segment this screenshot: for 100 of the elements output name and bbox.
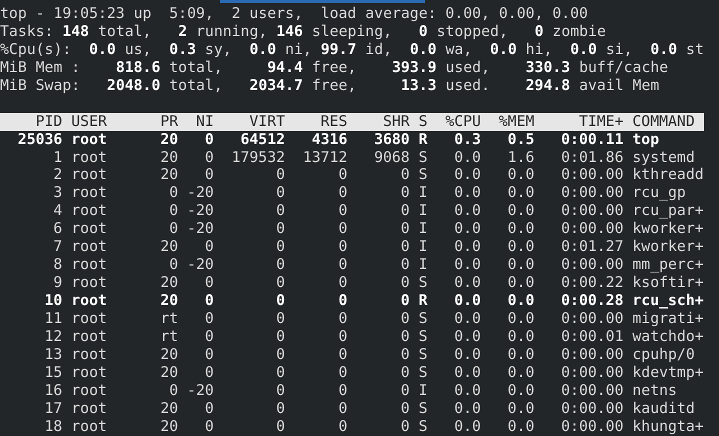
table-cell: root [71, 184, 107, 202]
table-cell: 0.0 [454, 184, 481, 202]
table-cell: 0 [276, 220, 286, 238]
table-cell: root [71, 382, 107, 400]
table-cell: 0.0 [454, 238, 481, 256]
table-cell: 0:00.00 [561, 364, 624, 382]
table-cell: 0 [204, 400, 214, 418]
table-cell: 0 [338, 328, 348, 346]
table-cell: 3680 [374, 130, 410, 149]
table-cell: 0.0 [454, 400, 481, 418]
table-cell: 0:00.00 [561, 310, 624, 328]
table-cell: R [418, 292, 428, 310]
table-cell: 0.0 [454, 166, 481, 184]
table-cell: 0:00.00 [561, 382, 624, 400]
table-cell: 0 [338, 310, 348, 328]
table-cell: mm_perc+ [632, 256, 704, 274]
table-cell: rt [160, 328, 178, 346]
table-cell: 0:00.00 [561, 184, 624, 202]
table-cell: 0 [204, 292, 214, 310]
table-cell: 0 [400, 328, 410, 346]
table-cell: 0 [338, 220, 348, 238]
table-cell: 0.0 [454, 346, 481, 364]
table-cell: 20 [160, 346, 178, 364]
table-cell: 0.0 [508, 328, 534, 346]
table-cell: root [71, 220, 107, 238]
table-cell: 0 [204, 130, 214, 149]
table-cell: 0.0 [508, 238, 534, 256]
column-header: PR [160, 112, 178, 131]
table-cell: 0.0 [508, 274, 534, 292]
table-cell: ksoftir+ [632, 274, 704, 292]
table-cell: R [418, 130, 428, 149]
table-cell: 0 [276, 328, 286, 346]
column-header: S [418, 112, 428, 131]
table-cell: watchdo+ [632, 328, 704, 346]
table-cell: 0 [400, 364, 410, 382]
table-cell: -20 [187, 382, 214, 400]
table-cell: S [418, 364, 428, 382]
summary-line: MiB Swap: 2048.0 total, 2034.7 free, 13.3 used. 294.8 avail Mem [0, 76, 660, 95]
table-cell: 0.0 [508, 184, 534, 202]
table-cell: 0.0 [454, 328, 481, 346]
table-cell: S [418, 274, 428, 292]
summary-line: MiB Mem : 818.6 total, 94.4 free, 393.9 used, 330.3 buff/cache [0, 58, 670, 77]
table-cell: root [71, 364, 107, 382]
column-header: RES [320, 112, 348, 131]
column-header: %MEM [498, 112, 534, 131]
column-header: %CPU [445, 112, 481, 131]
summary-line: top - 19:05:23 up 5:09, 2 users, load average: 0.00, 0.00, 0.00 [0, 5, 589, 23]
table-cell: 0:00.00 [561, 220, 624, 238]
table-cell: 0 [338, 238, 348, 256]
table-cell: 0 [204, 346, 214, 364]
table-cell: 0.0 [508, 220, 534, 238]
table-cell: 0.0 [454, 274, 481, 292]
table-cell: I [418, 184, 428, 202]
table-cell: 0 [338, 400, 348, 418]
table-cell: S [418, 346, 428, 364]
table-cell: 0.0 [508, 382, 534, 400]
table-cell: 6 [53, 220, 62, 238]
table-cell: 0 [338, 292, 348, 310]
table-cell: 0 [276, 418, 286, 436]
table-cell: 0 [276, 184, 286, 202]
table-cell: 0 [338, 256, 348, 274]
table-cell: 0.0 [454, 256, 481, 274]
column-header: USER [71, 112, 107, 131]
table-cell: 0 [400, 292, 410, 310]
table-cell: 0 [276, 274, 286, 292]
table-cell: 0 [204, 310, 214, 328]
table-cell: 0 [338, 166, 348, 184]
table-cell: 0:00.00 [561, 166, 624, 184]
table-cell: 0 [400, 274, 410, 292]
table-cell: 0.3 [454, 130, 481, 149]
table-cell: 0:00.00 [561, 418, 624, 436]
table-cell: 0 [204, 418, 214, 436]
table-cell: 4 [53, 202, 62, 220]
table-cell: 0.0 [508, 166, 534, 184]
table-cell: 0 [400, 382, 410, 400]
table-cell: 0 [338, 346, 348, 364]
table-cell: 0.0 [454, 382, 481, 400]
table-cell: 0.0 [454, 292, 481, 310]
table-cell: 20 [160, 148, 178, 166]
table-cell: S [418, 310, 428, 328]
table-cell: root [71, 400, 107, 418]
table-cell: 4316 [312, 130, 348, 149]
table-cell: 0:00.00 [561, 202, 624, 220]
table-cell: 0 [338, 202, 348, 220]
table-cell: root [71, 166, 107, 184]
table-cell: 0 [204, 364, 214, 382]
table-cell: root [71, 130, 107, 149]
table-cell: rcu_gp [632, 184, 686, 202]
table-cell: 0 [338, 382, 348, 400]
table-cell: systemd [632, 148, 695, 166]
table-cell: 0.0 [508, 292, 534, 310]
table-cell: 16 [44, 382, 62, 400]
table-cell: S [418, 328, 428, 346]
table-cell: root [71, 274, 107, 292]
table-cell: rcu_sch+ [632, 292, 704, 310]
table-cell: 0 [276, 310, 286, 328]
table-cell: 64512 [240, 130, 286, 149]
table-cell: root [71, 328, 107, 346]
table-cell: 0.0 [454, 418, 481, 436]
table-cell: root [71, 310, 107, 328]
